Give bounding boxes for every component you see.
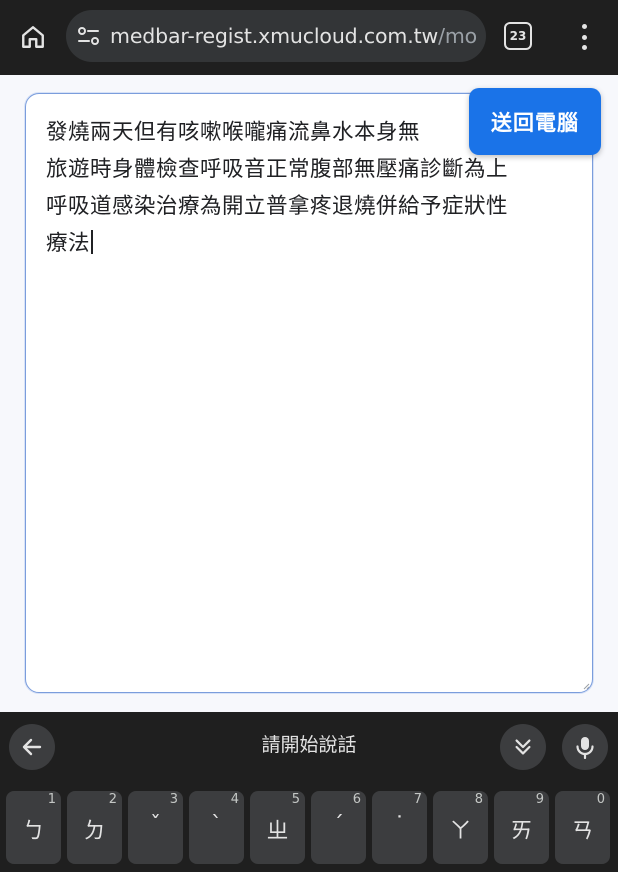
key-number: 1 [47, 792, 56, 807]
keyboard-collapse-button[interactable] [500, 724, 546, 770]
key-ai[interactable]: ㄞ9 [494, 791, 549, 864]
menu-dot-icon [581, 34, 587, 40]
web-page: 發燒兩天但有咳嗽喉嚨痛流鼻水本身無旅遊時身體檢查呼吸音正常腹部無壓痛診斷為上 呼吸… [0, 75, 618, 712]
double-chevron-down-icon [515, 739, 531, 755]
text-caret [91, 230, 93, 254]
text-line: 旅遊時身體檢查呼吸音正常腹部無壓痛診斷為上 [46, 157, 509, 182]
key-tone-2[interactable]: ˊ6 [311, 791, 366, 864]
key-number: 7 [413, 792, 422, 807]
resize-grip-icon[interactable] [582, 682, 590, 690]
more-menu-button[interactable] [572, 20, 596, 54]
microphone-icon [576, 737, 594, 759]
key-an[interactable]: ㄢ0 [555, 791, 610, 864]
keyboard-key-row: ㄅ1 ㄉ2 ˇ3 ˋ4 ㄓ5 ˊ6 ˙ 7 ㄚ8 ㄞ9 ㄢ0 [6, 791, 612, 864]
key-glyph: ㄅ [22, 819, 45, 844]
key-number: 8 [474, 792, 483, 807]
text-line: 呼吸道感染治療為開立普拿疼退燒併給予症狀性 [46, 194, 509, 219]
key-glyph: ˙ [394, 813, 405, 838]
on-screen-keyboard: 請開始說話 ㄅ1 ㄉ2 ˇ3 ˋ4 ㄓ5 ˊ6 ˙ 7 ㄚ8 ㄞ9 ㄢ0 [0, 712, 618, 872]
key-number: 6 [352, 792, 361, 807]
key-glyph: ㄓ [266, 819, 289, 844]
home-icon [22, 26, 44, 48]
key-glyph: ˊ [333, 813, 344, 838]
key-a[interactable]: ㄚ8 [433, 791, 488, 864]
home-button[interactable] [14, 19, 52, 55]
menu-dot-icon [581, 24, 587, 29]
menu-dot-icon [581, 45, 587, 50]
key-tone-neutral[interactable]: ˙ 7 [372, 791, 427, 864]
key-number: 2 [108, 792, 117, 807]
key-number: 3 [169, 792, 178, 807]
key-glyph: ㄚ [449, 819, 472, 844]
dictation-textarea[interactable]: 發燒兩天但有咳嗽喉嚨痛流鼻水本身無旅遊時身體檢查呼吸音正常腹部無壓痛診斷為上 呼吸… [25, 93, 593, 693]
text-line: 療法 [46, 231, 91, 256]
key-tone-4[interactable]: ˋ4 [189, 791, 244, 864]
send-to-computer-button[interactable]: 送回電腦 [469, 88, 601, 155]
keyboard-back-button[interactable] [9, 724, 55, 770]
url-text[interactable]: medbar-regist.xmucloud.com.tw/mo [110, 24, 477, 48]
url-path: /mo [438, 24, 478, 48]
key-glyph: ㄞ [510, 819, 533, 844]
send-button-label: 送回電腦 [491, 110, 579, 135]
text-line: 發燒兩天但有咳嗽喉嚨痛流鼻水本身無 [46, 120, 421, 145]
key-glyph: ㄉ [83, 819, 106, 844]
key-number: 0 [596, 792, 605, 807]
tab-count: 23 [509, 29, 527, 43]
key-d[interactable]: ㄉ2 [67, 791, 122, 864]
keyboard-toolbar: 請開始說話 [0, 712, 618, 780]
site-settings-icon[interactable] [76, 24, 102, 48]
arrow-left-icon [22, 738, 42, 756]
key-glyph: ㄢ [571, 819, 594, 844]
key-glyph: ˋ [211, 813, 222, 838]
tab-switcher-button[interactable]: 23 [504, 22, 532, 50]
key-number: 9 [535, 792, 544, 807]
key-tone-3[interactable]: ˇ3 [128, 791, 183, 864]
browser-toolbar: medbar-regist.xmucloud.com.tw/mo 23 [0, 0, 618, 75]
key-number: 4 [230, 792, 239, 807]
key-number: 5 [291, 792, 300, 807]
key-b[interactable]: ㄅ1 [6, 791, 61, 864]
key-zh[interactable]: ㄓ5 [250, 791, 305, 864]
url-host: medbar-regist.xmucloud.com.tw [110, 24, 439, 48]
key-glyph: ˇ [150, 813, 161, 838]
voice-input-button[interactable] [562, 724, 608, 770]
address-bar[interactable]: medbar-regist.xmucloud.com.tw/mo [66, 10, 486, 62]
